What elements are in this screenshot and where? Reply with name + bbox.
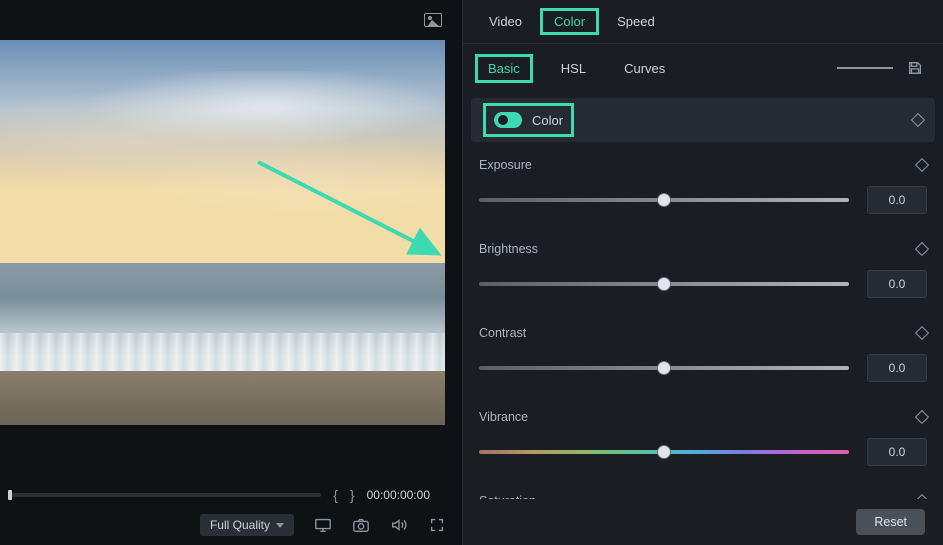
save-icon[interactable] [907,60,923,76]
slider-thumb[interactable] [657,193,671,207]
color-section-header: Color [471,98,935,142]
keyframe-icon[interactable] [915,158,929,172]
brightness-slider[interactable] [479,282,849,286]
properties-panel: Video Color Speed Basic HSL Curves Color… [462,0,943,545]
panel-footer: Reset [463,499,943,545]
preview-clouds [0,71,445,244]
subtab-hsl[interactable]: HSL [551,57,596,80]
preview-header [0,0,462,40]
scrubber-track[interactable] [8,493,321,497]
volume-icon[interactable] [390,516,408,534]
tab-video[interactable]: Video [475,8,536,35]
tab-color[interactable]: Color [540,8,599,35]
preview-waves [0,333,445,372]
exposure-slider[interactable] [479,198,849,202]
keyframe-icon[interactable] [915,242,929,256]
save-preset-area [837,60,931,76]
slider-thumb[interactable] [657,277,671,291]
preview-controls: Full Quality [0,505,462,545]
sliders-container: Exposure 0.0 Brightness 0.0 Contrast [463,142,943,499]
vibrance-value[interactable]: 0.0 [867,438,927,466]
display-icon[interactable] [314,516,332,534]
preview-beach [0,371,445,425]
contrast-value[interactable]: 0.0 [867,354,927,382]
video-frame [0,40,445,425]
timecode: 00:00:00:00 [367,488,430,502]
fullscreen-icon[interactable] [428,516,446,534]
brightness-value[interactable]: 0.0 [867,270,927,298]
contrast-label: Contrast [479,326,526,340]
color-toggle[interactable] [494,112,522,128]
picture-icon[interactable] [424,13,442,27]
keyframe-icon[interactable] [915,494,929,499]
timeline: { } 00:00:00:00 [0,485,462,505]
brightness-label: Brightness [479,242,538,256]
exposure-label: Exposure [479,158,532,172]
keyframe-icon[interactable] [911,113,925,127]
color-toggle-highlight: Color [483,103,574,137]
contrast-group: Contrast 0.0 [479,326,927,382]
color-section-label: Color [532,113,563,128]
vibrance-slider[interactable] [479,450,849,454]
contrast-slider[interactable] [479,366,849,370]
snapshot-icon[interactable] [352,516,370,534]
exposure-value[interactable]: 0.0 [867,186,927,214]
reset-button[interactable]: Reset [856,509,925,535]
vibrance-label: Vibrance [479,410,528,424]
quality-label: Full Quality [210,518,270,532]
slider-thumb[interactable] [657,361,671,375]
mark-in-icon[interactable]: { [333,487,338,503]
sub-tabs: Basic HSL Curves [463,44,943,92]
top-tabs: Video Color Speed [463,0,943,44]
keyframe-icon[interactable] [915,326,929,340]
subtab-curves[interactable]: Curves [614,57,675,80]
save-underline [837,67,893,69]
quality-dropdown[interactable]: Full Quality [200,514,294,536]
preview-panel: { } 00:00:00:00 Full Quality [0,0,462,545]
chevron-down-icon [276,523,284,528]
keyframe-icon[interactable] [915,410,929,424]
subtab-basic[interactable]: Basic [475,54,533,83]
vibrance-group: Vibrance 0.0 [479,410,927,466]
video-preview[interactable] [0,40,462,477]
exposure-group: Exposure 0.0 [479,158,927,214]
mark-out-icon[interactable]: } [350,487,355,503]
brightness-group: Brightness 0.0 [479,242,927,298]
slider-thumb[interactable] [657,445,671,459]
tab-speed[interactable]: Speed [603,8,669,35]
